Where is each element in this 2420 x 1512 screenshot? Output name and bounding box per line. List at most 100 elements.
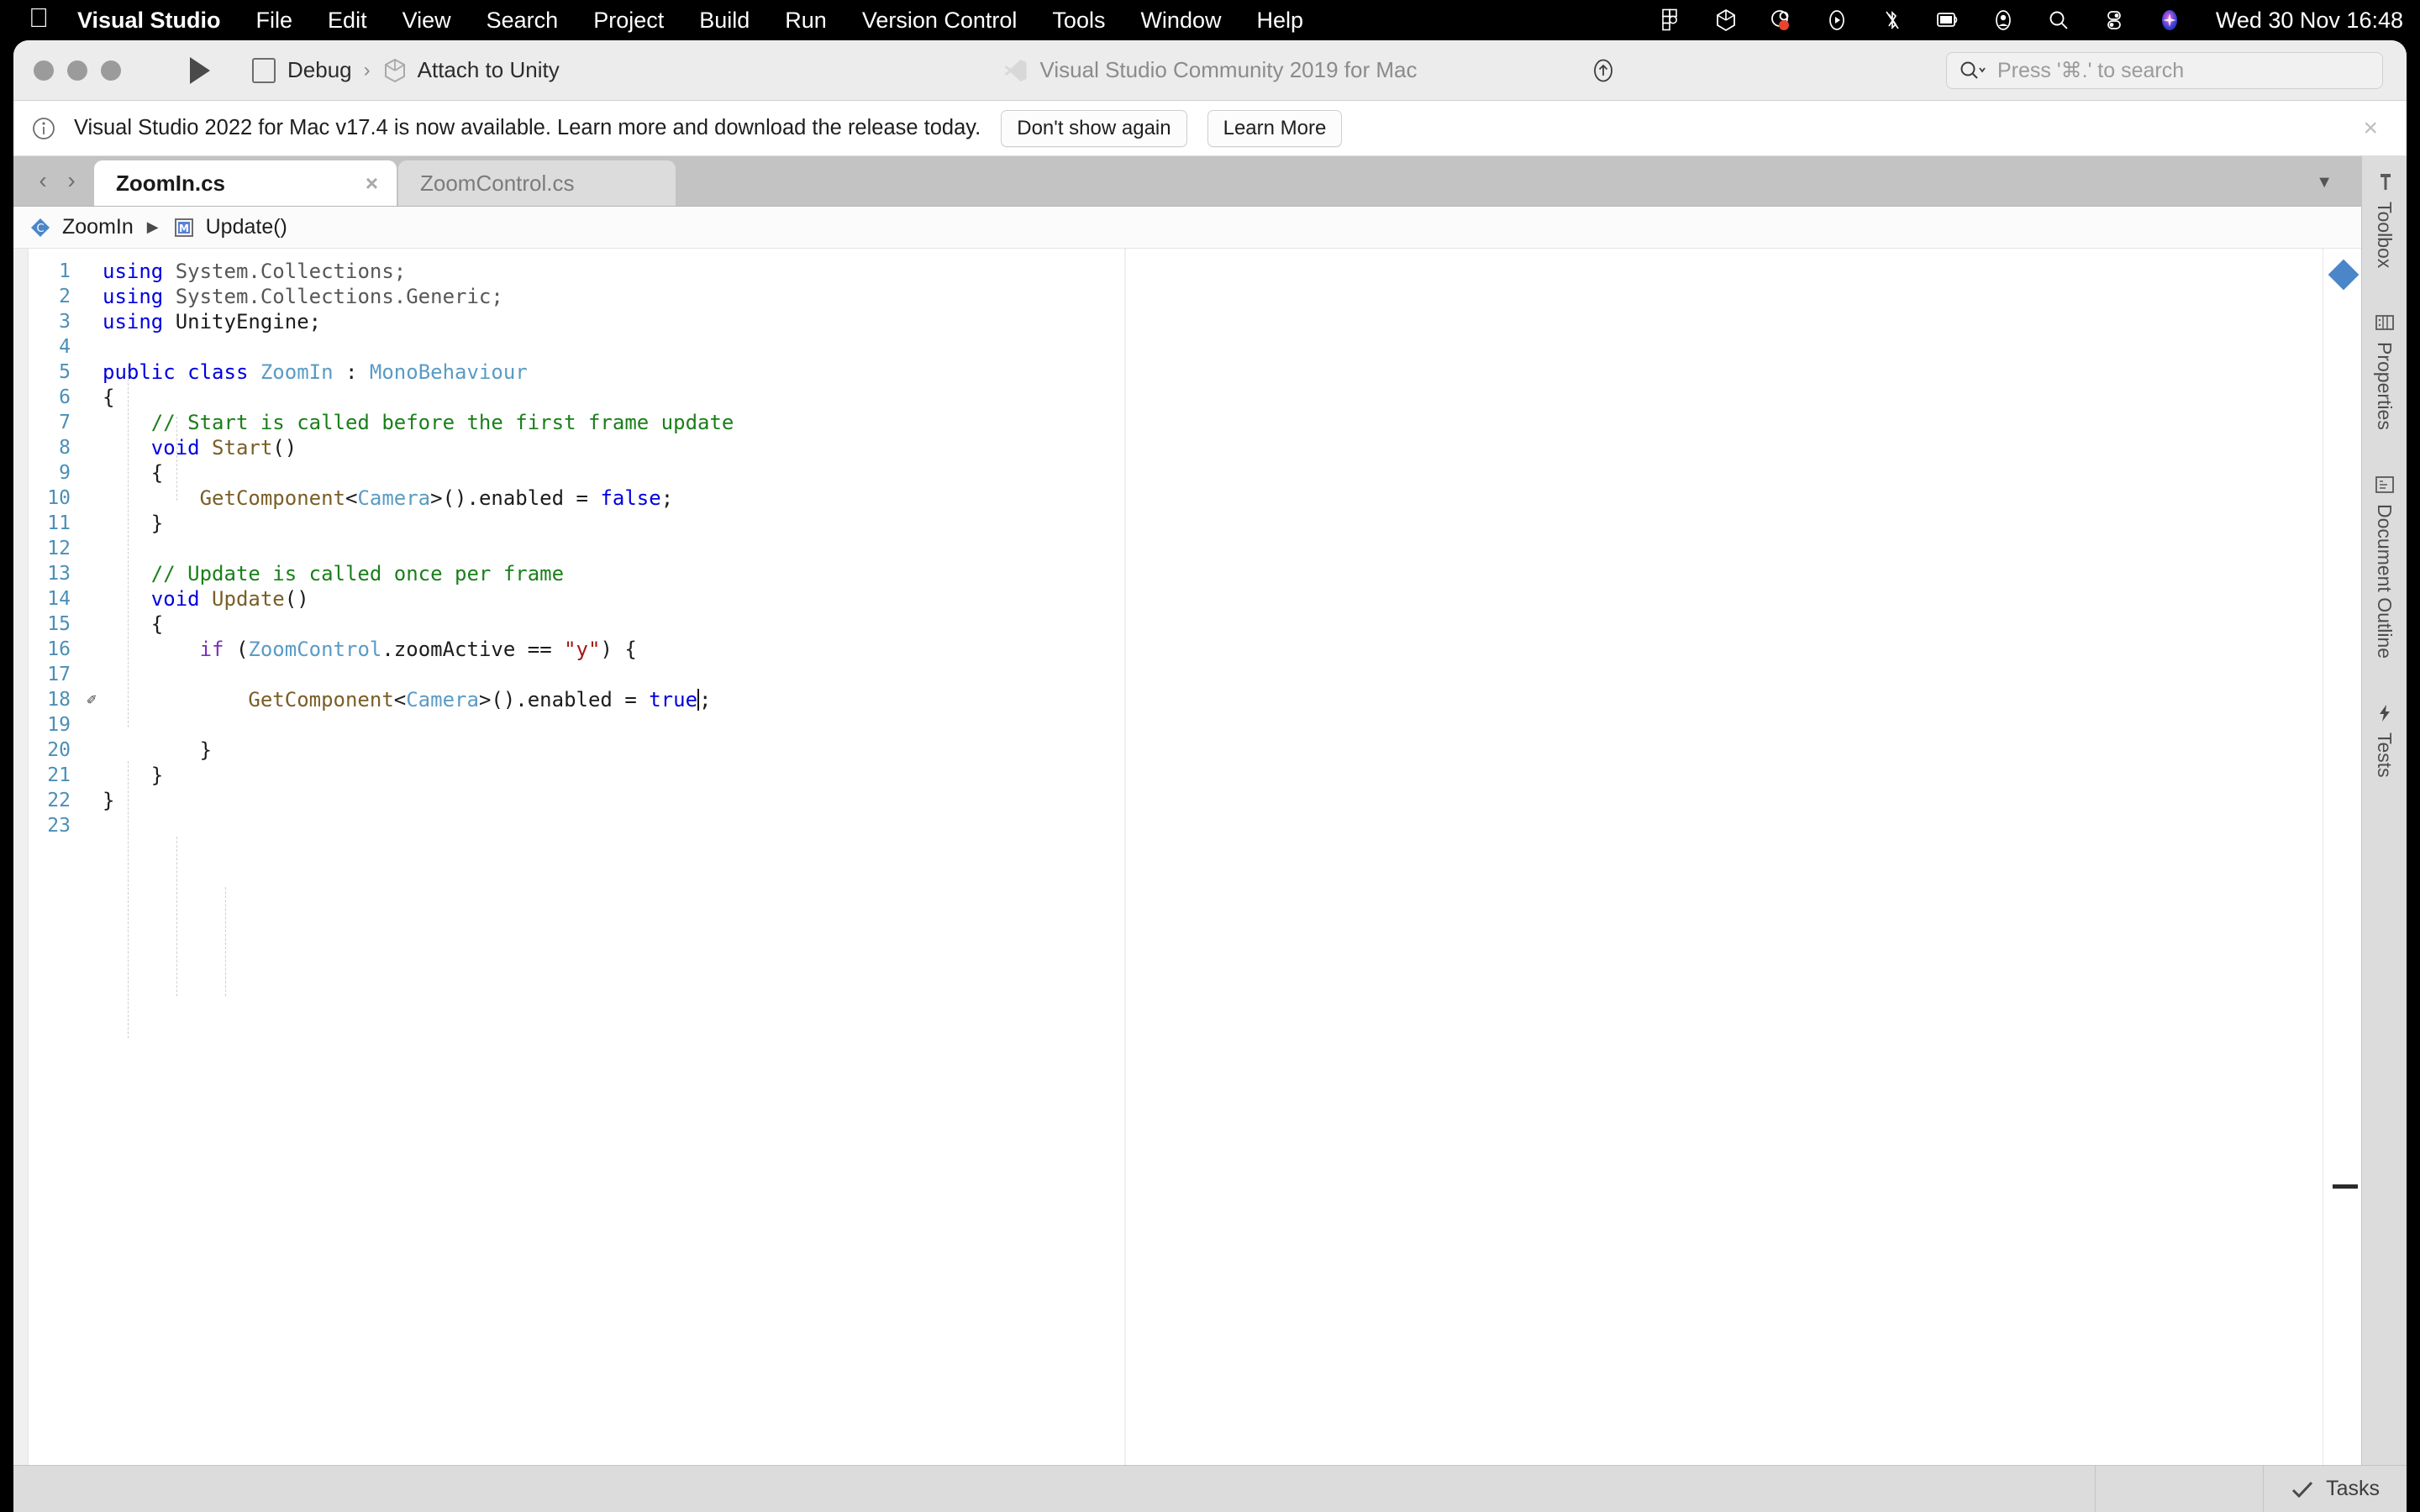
code-line[interactable]: 15 { xyxy=(13,612,2361,637)
figma-icon[interactable] xyxy=(1658,8,1683,33)
bluetooth-off-icon[interactable] xyxy=(1880,8,1905,33)
code-line[interactable]: 22} xyxy=(13,788,2361,813)
sidebar-item-document-outline[interactable]: Document Outline xyxy=(2373,474,2396,659)
code-line[interactable]: 3 using UnityEngine; xyxy=(13,309,2361,334)
tab-zoomcontrol-cs[interactable]: ZoomControl.cs xyxy=(398,160,676,206)
menu-run[interactable]: Run xyxy=(785,8,827,34)
bookmark-diamond-marker[interactable] xyxy=(2328,259,2360,291)
banner-message: Visual Studio 2022 for Mac v17.4 is now … xyxy=(74,116,981,139)
tab-close-icon[interactable]: × xyxy=(327,171,378,197)
editor-column: ‹ › ZoomIn.cs × ZoomControl.cs ▼ C ZoomI… xyxy=(13,156,2361,1512)
tab-navigation[interactable]: ‹ › xyxy=(13,155,94,206)
tab-zoomin-cs[interactable]: ZoomIn.cs × xyxy=(94,160,397,206)
breadcrumb-member[interactable]: Update() xyxy=(206,215,287,239)
status-cell-empty xyxy=(2095,1466,2263,1512)
configuration-label[interactable]: Debug xyxy=(287,57,352,83)
code-line[interactable]: 23 xyxy=(13,813,2361,838)
code-line[interactable]: 11 } xyxy=(13,511,2361,536)
code-text: // Update is called once per frame xyxy=(103,562,565,585)
code-line[interactable]: 21 } xyxy=(13,763,2361,788)
code-text: using System.Collections.Generic; xyxy=(103,285,503,308)
run-configuration-selector[interactable]: Debug › Attach to Unity xyxy=(252,57,560,84)
code-line[interactable]: 17 xyxy=(13,662,2361,687)
menubar-clock[interactable]: Wed 30 Nov 16:48 xyxy=(2216,8,2403,34)
line-number: 19 xyxy=(47,714,71,736)
menu-build[interactable]: Build xyxy=(699,8,750,34)
tasks-button[interactable]: Tasks xyxy=(2263,1466,2407,1512)
code-line[interactable]: 8 void Start() xyxy=(13,435,2361,460)
siri-icon[interactable] xyxy=(2157,8,2182,33)
editor-scroll-margin[interactable] xyxy=(2323,249,2361,1512)
code-line[interactable]: 9 { xyxy=(13,460,2361,486)
apple-menu-icon[interactable]:  xyxy=(29,4,49,31)
sidebar-item-tests[interactable]: Tests xyxy=(2373,702,2396,778)
code-line[interactable]: 2 using System.Collections.Generic; xyxy=(13,284,2361,309)
code-line[interactable]: 14 void Update() xyxy=(13,586,2361,612)
code-line[interactable]: 12 xyxy=(13,536,2361,561)
sidebar-item-toolbox[interactable]: Toolbox xyxy=(2373,171,2396,268)
scrollbar-position-tick[interactable] xyxy=(2333,1184,2358,1189)
flow-record-icon[interactable] xyxy=(1769,8,1794,33)
toolbox-hammer-icon xyxy=(2374,171,2396,193)
dont-show-again-button[interactable]: Don't show again xyxy=(1001,109,1187,147)
window-traffic-lights[interactable] xyxy=(34,60,134,81)
screen-mirroring-icon[interactable] xyxy=(1935,8,1960,33)
code-line[interactable]: 10 GetComponent<Camera>().enabled = fals… xyxy=(13,486,2361,511)
menu-edit[interactable]: Edit xyxy=(328,8,367,34)
menu-view[interactable]: View xyxy=(402,8,451,34)
code-text: void Update() xyxy=(150,587,309,611)
user-account-icon[interactable] xyxy=(1991,8,2016,33)
line-number: 17 xyxy=(47,664,71,685)
indent-guide xyxy=(225,887,226,996)
breadcrumb-separator-icon: ▶ xyxy=(146,218,159,235)
menu-search[interactable]: Search xyxy=(487,8,559,34)
code-text: public class ZoomIn : MonoBehaviour xyxy=(103,360,528,384)
close-window-button[interactable] xyxy=(34,60,54,81)
navigate-forward-icon[interactable]: › xyxy=(57,167,86,194)
code-text: void Start() xyxy=(150,436,297,459)
media-play-icon[interactable] xyxy=(1824,8,1849,33)
control-center-icon[interactable] xyxy=(2102,8,2127,33)
navigate-back-icon[interactable]: ‹ xyxy=(29,167,57,194)
run-button[interactable] xyxy=(182,53,217,88)
chevron-down-icon[interactable]: ▼ xyxy=(2316,173,2333,192)
menu-project[interactable]: Project xyxy=(593,8,664,34)
menu-version-control[interactable]: Version Control xyxy=(862,8,1018,34)
menu-tools[interactable]: Tools xyxy=(1052,8,1105,34)
code-line[interactable]: 19 xyxy=(13,712,2361,738)
minimize-window-button[interactable] xyxy=(67,60,87,81)
menu-visual-studio[interactable]: Visual Studio xyxy=(77,8,221,34)
spotlight-search-icon[interactable] xyxy=(2046,8,2071,33)
code-line[interactable]: 18 ✐ GetComponent<Camera>().enabled = tru… xyxy=(13,687,2361,712)
visual-studio-window: Debug › Attach to Unity Visual Studio Co… xyxy=(13,40,2407,1512)
close-icon[interactable]: × xyxy=(2363,115,2378,141)
tab-label: ZoomIn.cs xyxy=(116,170,226,196)
code-line[interactable]: 13 // Update is called once per frame xyxy=(13,561,2361,586)
menu-help[interactable]: Help xyxy=(1256,8,1303,34)
breadcrumb-class[interactable]: ZoomIn xyxy=(62,215,134,239)
line-number: 1 xyxy=(59,260,71,282)
menu-file[interactable]: File xyxy=(256,8,293,34)
app-toolbar: Debug › Attach to Unity Visual Studio Co… xyxy=(13,40,2407,101)
code-line[interactable]: 4 xyxy=(13,334,2361,360)
edit-pencil-icon[interactable]: ✐ xyxy=(81,687,103,712)
learn-more-button[interactable]: Learn More xyxy=(1207,109,1343,147)
code-line[interactable]: 7 // Start is called before the first fr… xyxy=(13,410,2361,435)
zoom-window-button[interactable] xyxy=(101,60,121,81)
code-text: GetComponent<Camera>().enabled = true; xyxy=(248,688,712,711)
status-bar: Tasks xyxy=(13,1465,2407,1512)
sidebar-item-properties[interactable]: Properties xyxy=(2373,312,2396,430)
unity-icon[interactable] xyxy=(1713,8,1739,33)
code-text: { xyxy=(103,461,164,485)
search-input[interactable]: Press '⌘.' to search xyxy=(1946,51,2383,89)
code-line[interactable]: 16 if (ZoomControl.zoomActive == "y") { xyxy=(13,637,2361,662)
menu-window[interactable]: Window xyxy=(1140,8,1221,34)
run-target-label[interactable]: Attach to Unity xyxy=(418,57,560,83)
line-number: 4 xyxy=(59,336,71,358)
code-line[interactable]: 1 using System.Collections; xyxy=(13,259,2361,284)
code-editor[interactable]: 1 using System.Collections; 2 using System.… xyxy=(13,249,2361,1512)
upload-arrow-icon[interactable] xyxy=(1589,56,1618,85)
code-line[interactable]: 5 public class ZoomIn : MonoBehaviour xyxy=(13,360,2361,385)
code-line[interactable]: 20 } xyxy=(13,738,2361,763)
code-line[interactable]: 6{ xyxy=(13,385,2361,410)
